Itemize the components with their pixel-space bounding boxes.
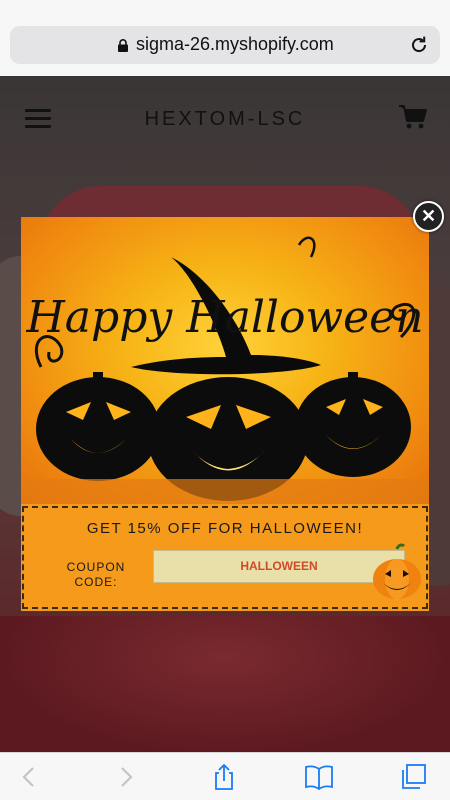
tabs-icon[interactable]	[398, 763, 428, 791]
address-bar[interactable]: sigma-26.myshopify.com	[10, 26, 440, 64]
coupon-code-label: COUPON CODE:	[66, 560, 126, 589]
share-icon[interactable]	[209, 763, 239, 791]
browser-top-bar: sigma-26.myshopify.com	[0, 0, 450, 76]
coupon-offer-box: GET 15% OFF FOR HALLOWEEN! COUPON CODE: …	[22, 506, 428, 609]
offer-title: GET 15% OFF FOR HALLOWEEN!	[86, 520, 364, 537]
back-icon[interactable]	[14, 763, 44, 791]
halloween-illustration: Happy Halloween	[21, 236, 429, 504]
url-text: sigma-26.myshopify.com	[136, 34, 334, 54]
bookmarks-icon[interactable]	[304, 763, 334, 791]
lock-icon	[118, 39, 128, 52]
reload-icon[interactable]	[408, 34, 430, 56]
store-brand[interactable]: HEXTOM-LSC	[0, 108, 450, 131]
cart-icon[interactable]	[398, 104, 428, 130]
coupon-code-field[interactable]: HALLOWEEN	[153, 550, 405, 583]
halloween-banner-image: Happy Halloween	[21, 217, 429, 504]
background-red-cloth	[0, 616, 450, 752]
close-popup-button[interactable]: ✕	[413, 201, 444, 232]
banner-title: Happy Halloween	[25, 292, 423, 343]
coupon-popup: Happy Halloween GET 15% OFF FOR HALLOWEE…	[21, 217, 429, 611]
pumpkin-icon	[373, 543, 421, 599]
browser-bottom-toolbar	[0, 752, 450, 800]
forward-icon[interactable]	[111, 763, 141, 791]
